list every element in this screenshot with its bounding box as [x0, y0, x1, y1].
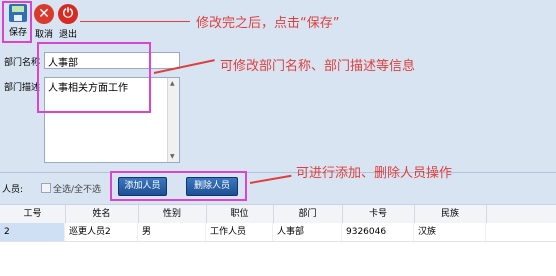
column-header[interactable]: 性别 — [138, 205, 207, 223]
cell-department: 人事部 — [273, 223, 342, 241]
exit-label: 退出 — [58, 30, 77, 40]
select-all-label: 全选/全不选 — [53, 185, 102, 195]
exit-button[interactable]: ⏻ 退出 — [53, 2, 83, 40]
edit-annotation: 可修改部门名称、部门描述等信息 — [220, 59, 416, 74]
section-divider — [0, 172, 556, 173]
power-icon: ⏻ — [58, 4, 78, 24]
cell-name: 巡更人员2 — [65, 223, 138, 241]
column-header[interactable]: 卡号 — [342, 205, 415, 223]
cell-ethnicity: 汉族 — [414, 223, 486, 241]
dept-desc-label: 部门描述 — [4, 83, 41, 93]
save-highlight-box — [2, 1, 32, 43]
close-icon: ✕ — [34, 4, 54, 24]
table-header: 工号 姓名 性别 职位 部门 卡号 民族 — [0, 204, 556, 224]
column-header[interactable]: 工号 — [0, 205, 66, 223]
save-annotation-line — [80, 21, 190, 22]
table-row[interactable]: 2 巡更人员2 男 工作人员 人事部 9326046 汉族 — [0, 223, 556, 242]
cell-id: 2 — [0, 223, 65, 241]
column-header[interactable]: 姓名 — [65, 205, 139, 223]
save-annotation: 修改完之后，点击“保存” — [196, 16, 340, 31]
staff-buttons-highlight-box — [110, 171, 247, 201]
table-empty-area — [0, 242, 556, 276]
desc-scrollbar[interactable]: ▲ ▼ — [167, 78, 179, 162]
column-header[interactable]: 职位 — [206, 205, 274, 223]
scroll-down-icon[interactable]: ▼ — [170, 153, 175, 160]
staff-section-label: 人员: — [2, 185, 24, 195]
cell-card: 9326046 — [342, 223, 414, 241]
cell-position: 工作人员 — [206, 223, 273, 241]
dept-name-label: 部门名称 — [4, 58, 41, 68]
cell-gender: 男 — [138, 223, 206, 241]
staff-annotation: 可进行添加、删除人员操作 — [296, 166, 453, 181]
scroll-up-icon[interactable]: ▲ — [170, 80, 175, 87]
column-header[interactable]: 民族 — [414, 205, 487, 223]
column-header[interactable]: 部门 — [273, 205, 343, 223]
select-all-checkbox[interactable] — [41, 183, 51, 193]
staff-annotation-line — [249, 174, 292, 184]
form-highlight-box — [37, 42, 151, 113]
